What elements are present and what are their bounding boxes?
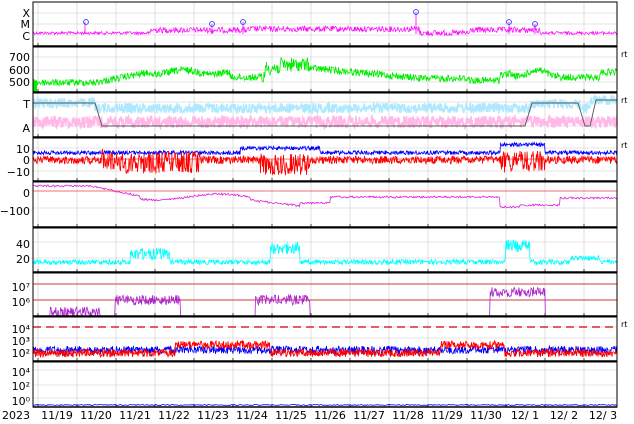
y-tick-label: 40 (16, 238, 30, 251)
y-tick-label: 10⁰ (12, 395, 31, 408)
y-tick-label: 700 (9, 51, 30, 64)
x-tick-label: 11/25 (275, 409, 307, 422)
x-tick-label: 11/24 (236, 409, 268, 422)
x-tick-label: 12/ 1 (511, 409, 539, 422)
y-tick-label: A (22, 122, 30, 135)
y-tick-label: 10⁶ (12, 296, 31, 309)
right-tag: rt (621, 320, 627, 329)
x-tick-label: 11/19 (41, 409, 73, 422)
y-tick-label: 10² (12, 380, 30, 393)
x-tick-label: 11/30 (470, 409, 502, 422)
x-tick-label: 11/21 (119, 409, 151, 422)
right-tag: rt (621, 141, 627, 150)
panel-neutron (33, 362, 617, 407)
panel-electron (33, 273, 617, 316)
panel-wind_temp (33, 93, 617, 137)
y-tick-label: 0 (23, 187, 30, 200)
x-tick-label: 11/28 (392, 409, 424, 422)
y-tick-label: 500 (9, 76, 30, 89)
right-tag: rt (621, 96, 627, 105)
x-tick-label: 11/27 (353, 409, 385, 422)
y-tick-label: 10² (12, 347, 30, 360)
x-tick-label: 12/ 3 (589, 409, 617, 422)
y-tick-label: T (22, 98, 30, 111)
y-tick-label: 20 (16, 253, 30, 266)
y-tick-label: 10⁴ (12, 366, 31, 379)
right-tag: rt (621, 50, 627, 59)
y-tick-label: −100 (0, 205, 30, 218)
x-tick-label: 11/26 (314, 409, 346, 422)
y-tick-label: −10 (7, 166, 30, 179)
space-weather-chart: XMC700600500rtTArt100−10rt0−100402010⁷10… (0, 1, 627, 422)
x-tick-label: 11/22 (158, 409, 190, 422)
y-tick-label: C (22, 30, 30, 43)
x-tick-label: 12/ 2 (550, 409, 578, 422)
x-tick-label: 11/29 (431, 409, 463, 422)
x-year-label: 2023 (2, 409, 30, 422)
y-tick-label: 10⁷ (12, 281, 30, 294)
x-tick-label: 11/20 (80, 409, 112, 422)
x-tick-label: 11/23 (197, 409, 229, 422)
